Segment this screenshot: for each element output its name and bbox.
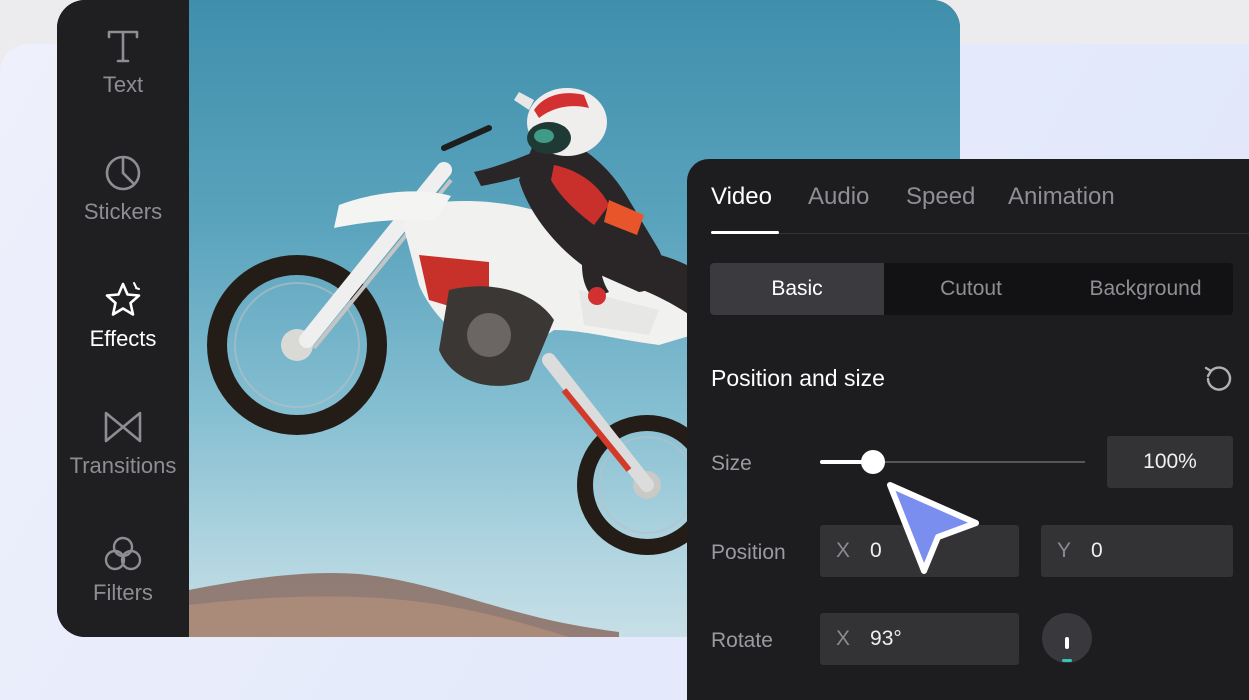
x-axis-label: X [836, 539, 851, 562]
rotate-field[interactable]: X 93° [820, 613, 1019, 665]
sidebar-item-transitions[interactable]: Transitions [57, 407, 189, 507]
stickers-icon [103, 153, 143, 193]
panel-tabs: Video Audio Speed Animation [711, 183, 1249, 234]
dial-needle [1065, 637, 1069, 649]
section-title: Position and size [711, 365, 885, 391]
sidebar-item-filters[interactable]: Filters [57, 534, 189, 634]
pointer-cursor-icon [887, 482, 979, 574]
size-label: Size [711, 452, 752, 475]
sidebar-item-stickers[interactable]: Stickers [57, 153, 189, 253]
sidebar-item-label: Filters [93, 580, 153, 605]
position-y-field[interactable]: Y 0 [1041, 525, 1233, 577]
sidebar-item-label: Effects [89, 326, 157, 351]
properties-panel: Video Audio Speed Animation Basic Cutout… [687, 159, 1249, 700]
dial-indicator [1062, 659, 1072, 662]
active-tab-indicator [711, 231, 779, 234]
transitions-icon [103, 407, 143, 447]
size-value-field[interactable]: 100% [1107, 436, 1233, 488]
sidebar-item-text[interactable]: Text [57, 26, 189, 126]
subtab-background[interactable]: Background [1058, 263, 1233, 315]
tab-animation[interactable]: Animation [1008, 183, 1115, 211]
sidebar-item-label: Stickers [83, 199, 163, 224]
subtab-basic[interactable]: Basic [710, 263, 884, 315]
slider-thumb[interactable] [861, 450, 885, 474]
rotation-dial[interactable] [1042, 613, 1092, 663]
sidebar-item-label: Text [102, 72, 144, 97]
subtab-selector: Basic Cutout Background [710, 263, 1233, 315]
subtab-cutout[interactable]: Cutout [884, 263, 1058, 315]
rotate-axis-label: X [836, 627, 851, 650]
tab-speed[interactable]: Speed [906, 183, 975, 211]
sidebar-item-label: Transitions [69, 453, 177, 478]
tab-audio[interactable]: Audio [808, 183, 869, 211]
position-label: Position [711, 541, 786, 564]
y-axis-label: Y [1057, 539, 1072, 562]
text-icon [103, 26, 143, 66]
filters-icon [103, 534, 143, 574]
effects-icon [103, 280, 143, 320]
position-y-value: 0 [1091, 539, 1103, 562]
tab-video[interactable]: Video [711, 183, 772, 211]
size-value: 100% [1143, 450, 1197, 473]
size-slider[interactable] [820, 450, 1085, 474]
sidebar: Text Stickers Effects Transitions Filter… [57, 0, 189, 637]
reset-icon[interactable] [1203, 364, 1233, 394]
rotate-label: Rotate [711, 629, 773, 652]
sidebar-item-effects[interactable]: Effects [57, 280, 189, 380]
rotate-value: 93° [870, 627, 902, 650]
